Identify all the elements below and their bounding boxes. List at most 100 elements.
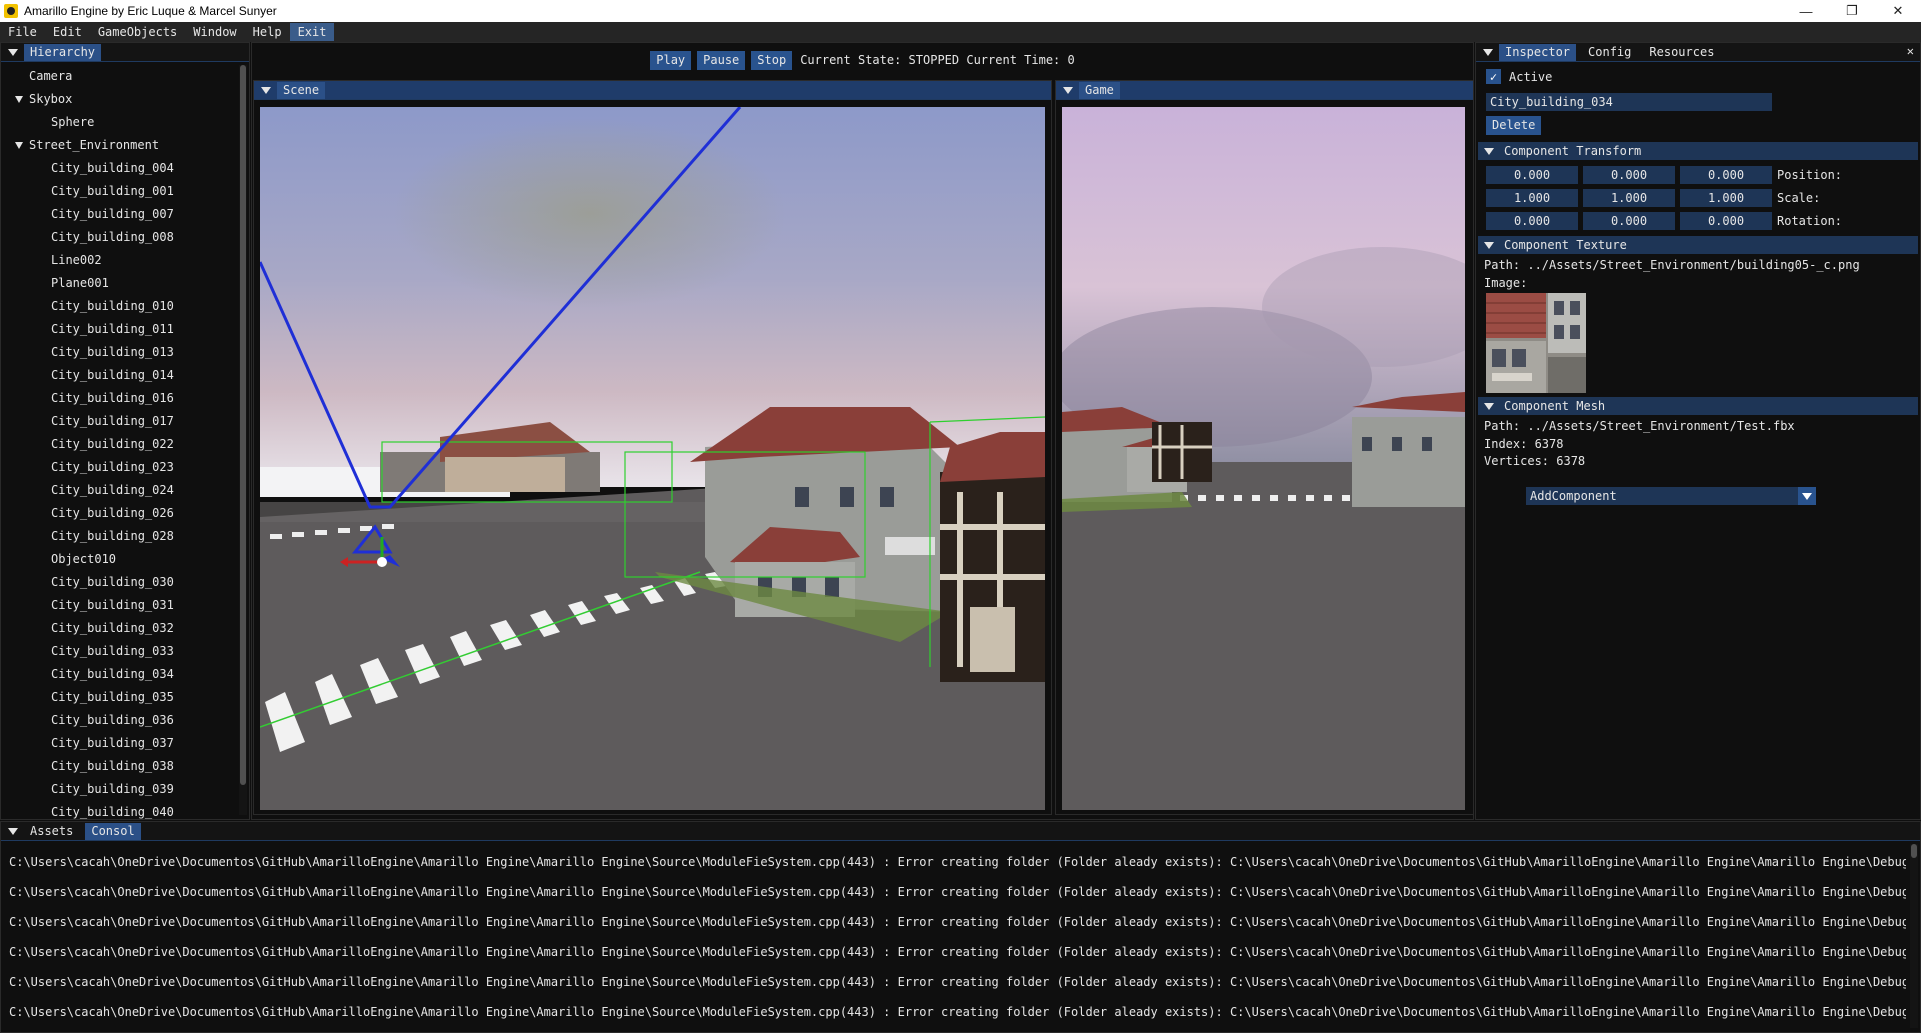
scene-viewport[interactable] <box>260 107 1045 810</box>
position-y-field[interactable]: 0.000 <box>1583 166 1675 184</box>
menu-window[interactable]: Window <box>185 23 244 41</box>
hierarchy-item[interactable]: Skybox <box>1 88 235 111</box>
hierarchy-item[interactable]: City_building_011 <box>1 318 235 341</box>
hierarchy-item[interactable]: City_building_038 <box>1 755 235 778</box>
hierarchy-item[interactable]: City_building_008 <box>1 226 235 249</box>
delete-button[interactable]: Delete <box>1486 116 1542 135</box>
window-titlebar: Amarillo Engine by Eric Luque & Marcel S… <box>0 0 1921 22</box>
hierarchy-item-label: City_building_028 <box>51 529 174 543</box>
console-scrollbar[interactable] <box>1910 844 1918 1028</box>
hierarchy-item-label: City_building_011 <box>51 322 174 336</box>
active-checkbox[interactable]: ✓ <box>1486 69 1501 84</box>
expand-triangle-icon <box>1484 402 1494 410</box>
tab-scene[interactable]: Scene <box>277 81 326 99</box>
hierarchy-item-label: City_building_031 <box>51 598 174 612</box>
tab-inspector[interactable]: Inspector <box>1499 43 1577 61</box>
hierarchy-item[interactable]: City_building_040 <box>1 801 235 819</box>
collapse-triangle-icon[interactable] <box>1483 48 1493 56</box>
play-button[interactable]: Play <box>650 50 692 70</box>
tab-game[interactable]: Game <box>1079 81 1120 99</box>
menu-exit[interactable]: Exit <box>289 23 335 41</box>
hierarchy-item[interactable]: Sphere <box>1 111 235 134</box>
hierarchy-item[interactable]: City_building_001 <box>1 180 235 203</box>
hierarchy-item[interactable]: City_building_004 <box>1 157 235 180</box>
hierarchy-item[interactable]: Camera <box>1 65 235 88</box>
scale-label: Scale: <box>1777 191 1821 205</box>
menu-edit[interactable]: Edit <box>45 23 90 41</box>
console-line: C:\Users\cacah\OneDrive\Documentos\GitHu… <box>9 1005 1906 1019</box>
mesh-section-header[interactable]: Component Mesh <box>1478 397 1918 415</box>
hierarchy-item-label: City_building_001 <box>51 184 174 198</box>
collapse-triangle-icon[interactable] <box>8 48 18 56</box>
hierarchy-item[interactable]: City_building_017 <box>1 410 235 433</box>
maximize-button[interactable]: ❐ <box>1829 0 1875 22</box>
inspector-header: Inspector Config Resources ✕ <box>1476 43 1920 62</box>
hierarchy-item[interactable]: Line002 <box>1 249 235 272</box>
playback-toolbar: Play Pause Stop Current State: STOPPED C… <box>251 50 1474 70</box>
object-name-input[interactable]: City_building_034 <box>1486 93 1772 111</box>
hierarchy-item[interactable]: City_building_016 <box>1 387 235 410</box>
hierarchy-item[interactable]: City_building_039 <box>1 778 235 801</box>
hierarchy-item[interactable]: Street_Environment <box>1 134 235 157</box>
console-scrollbar-thumb[interactable] <box>1911 844 1917 858</box>
rotation-z-field[interactable]: 0.000 <box>1680 212 1772 230</box>
scale-z-field[interactable]: 1.000 <box>1680 189 1772 207</box>
rotation-y-field[interactable]: 0.000 <box>1583 212 1675 230</box>
expand-caret-icon[interactable] <box>15 142 23 149</box>
hierarchy-scrollbar[interactable] <box>239 65 247 815</box>
hierarchy-item[interactable]: City_building_034 <box>1 663 235 686</box>
hierarchy-item[interactable]: City_building_023 <box>1 456 235 479</box>
position-z-field[interactable]: 0.000 <box>1680 166 1772 184</box>
game-panel: Game <box>1055 80 1474 815</box>
hierarchy-item[interactable]: City_building_028 <box>1 525 235 548</box>
menu-help[interactable]: Help <box>245 23 290 41</box>
hierarchy-item[interactable]: City_building_022 <box>1 433 235 456</box>
hierarchy-item[interactable]: City_building_032 <box>1 617 235 640</box>
menu-gameobjects[interactable]: GameObjects <box>90 23 185 41</box>
hierarchy-item[interactable]: City_building_013 <box>1 341 235 364</box>
expand-caret-icon[interactable] <box>15 96 23 103</box>
hierarchy-item[interactable]: City_building_037 <box>1 732 235 755</box>
texture-section-header[interactable]: Component Texture <box>1478 236 1918 254</box>
expand-triangle-icon <box>1484 147 1494 155</box>
add-component-value[interactable]: AddComponent <box>1526 487 1798 505</box>
tab-resources[interactable]: Resources <box>1643 44 1720 61</box>
menu-file[interactable]: File <box>0 23 45 41</box>
hierarchy-scrollbar-thumb[interactable] <box>240 65 246 785</box>
scale-y-field[interactable]: 1.000 <box>1583 189 1675 207</box>
collapse-triangle-icon[interactable] <box>8 827 18 835</box>
minimize-button[interactable]: — <box>1783 0 1829 22</box>
hierarchy-item[interactable]: City_building_024 <box>1 479 235 502</box>
tab-hierarchy[interactable]: Hierarchy <box>24 43 102 61</box>
close-window-button[interactable]: ✕ <box>1875 0 1921 22</box>
add-component-dropdown[interactable]: AddComponent <box>1526 487 1816 505</box>
hierarchy-item[interactable]: City_building_014 <box>1 364 235 387</box>
tab-console[interactable]: Consol <box>85 822 141 840</box>
hierarchy-item[interactable]: City_building_030 <box>1 571 235 594</box>
game-viewport[interactable] <box>1062 107 1465 810</box>
hierarchy-item[interactable]: City_building_026 <box>1 502 235 525</box>
collapse-triangle-icon[interactable] <box>1063 86 1073 94</box>
stop-button[interactable]: Stop <box>751 50 793 70</box>
hierarchy-item[interactable]: City_building_010 <box>1 295 235 318</box>
hierarchy-item[interactable]: City_building_035 <box>1 686 235 709</box>
hierarchy-item-label: City_building_004 <box>51 161 174 175</box>
dropdown-arrow-icon[interactable] <box>1798 487 1816 505</box>
hierarchy-item[interactable]: Plane001 <box>1 272 235 295</box>
scale-x-field[interactable]: 1.000 <box>1486 189 1578 207</box>
hierarchy-item[interactable]: City_building_036 <box>1 709 235 732</box>
rotation-x-field[interactable]: 0.000 <box>1486 212 1578 230</box>
hierarchy-item-label: City_building_010 <box>51 299 174 313</box>
transform-section-header[interactable]: Component Transform <box>1478 142 1918 160</box>
pause-button[interactable]: Pause <box>697 50 746 70</box>
hierarchy-item[interactable]: Object010 <box>1 548 235 571</box>
tab-config[interactable]: Config <box>1582 44 1637 61</box>
collapse-triangle-icon[interactable] <box>261 86 271 94</box>
tab-assets[interactable]: Assets <box>24 823 79 840</box>
hierarchy-item[interactable]: City_building_031 <box>1 594 235 617</box>
hierarchy-item[interactable]: City_building_007 <box>1 203 235 226</box>
hierarchy-item[interactable]: City_building_033 <box>1 640 235 663</box>
hierarchy-item-label: City_building_007 <box>51 207 174 221</box>
position-x-field[interactable]: 0.000 <box>1486 166 1578 184</box>
close-panel-icon[interactable]: ✕ <box>1907 44 1914 58</box>
